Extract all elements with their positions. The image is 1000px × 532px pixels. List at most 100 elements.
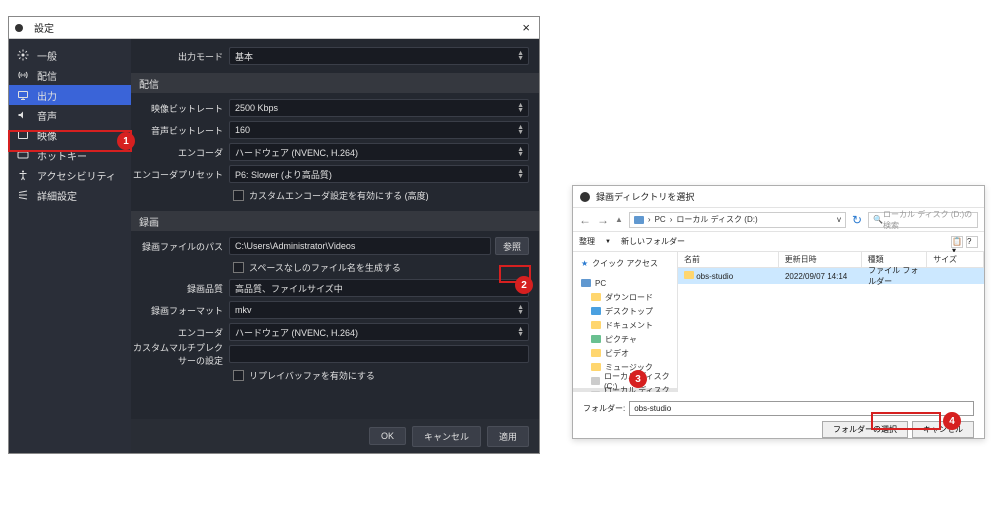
cancel-button[interactable]: キャンセル [412, 426, 481, 447]
chevron-updown-icon: ▲▼ [517, 169, 524, 179]
annotation-badge-3: 3 [629, 370, 647, 388]
audio-bitrate-select[interactable]: 160▲▼ [229, 121, 529, 139]
sidebar-item-label: 配信 [37, 68, 57, 83]
annotation-badge-4: 4 [943, 412, 961, 430]
file-titlebar[interactable]: 録画ディレクトリを選択 [573, 186, 984, 208]
ok-button[interactable]: OK [369, 427, 406, 445]
replay-checkbox[interactable] [233, 370, 244, 381]
pc-icon [634, 216, 644, 224]
main-panel: 出力モード 基本▲▼ 配信 映像ビットレート2500 Kbps▲▼ 音声ビットレ… [131, 39, 539, 453]
nospace-label: スペースなしのファイル名を生成する [249, 261, 401, 274]
address-bar[interactable]: › PC› ローカル ディスク (D:) v [629, 212, 846, 228]
help-icon[interactable]: ? [966, 236, 978, 248]
back-icon[interactable]: ← [579, 213, 591, 227]
folder-field-label: フォルダー: [583, 403, 625, 414]
chevron-updown-icon: ▲▼ [517, 51, 524, 61]
file-dialog: 録画ディレクトリを選択 ← → ▲ › PC› ローカル ディスク (D:) v… [572, 185, 985, 439]
tree-disk-d[interactable]: ローカル ディスク (D:) [573, 388, 677, 392]
annotation-badge-1: 1 [117, 132, 135, 150]
file-list: 名前 更新日時 種類 サイズ obs-studio 2022/09/07 14:… [678, 252, 984, 392]
custom-encoder-checkbox[interactable] [233, 190, 244, 201]
record-path-input[interactable]: C:\Users\Administrator\Videos [229, 237, 491, 255]
sidebar-item-general[interactable]: 一般 [9, 45, 131, 65]
tree-videos[interactable]: ビデオ [573, 346, 677, 360]
search-input[interactable]: 🔍 ローカル ディスク (D:)の検索 [868, 212, 978, 228]
record-format-select[interactable]: mkv▲▼ [229, 301, 529, 319]
select-folder-button[interactable]: フォルダーの選択 [822, 421, 908, 438]
output-mode-select[interactable]: 基本▲▼ [229, 47, 529, 65]
audio-bitrate-label: 音声ビットレート [131, 124, 229, 137]
up-icon[interactable]: ▲ [615, 215, 623, 224]
sidebar-item-label: 音声 [37, 108, 57, 123]
mux-input[interactable] [229, 345, 529, 363]
preset-select[interactable]: P6: Slower (より高品質)▲▼ [229, 165, 529, 183]
new-folder-button[interactable]: 新しいフォルダー [621, 236, 685, 247]
custom-encoder-label: カスタムエンコーダ設定を有効にする (高度) [249, 189, 429, 202]
chevron-updown-icon: ▲▼ [517, 305, 524, 315]
tree-documents[interactable]: ドキュメント [573, 318, 677, 332]
tree-desktop[interactable]: デスクトップ [573, 304, 677, 318]
section-stream-header: 配信 [131, 73, 539, 93]
record-format-label: 録画フォーマット [131, 304, 229, 317]
close-icon[interactable]: × [522, 20, 533, 35]
toolbar: 整理▼ 新しいフォルダー 📋 ▾? [573, 232, 984, 252]
sidebar-item-label: ホットキー [37, 148, 87, 163]
list-header[interactable]: 名前 更新日時 種類 サイズ [678, 252, 984, 268]
forward-icon[interactable]: → [597, 213, 609, 227]
sidebar: 一般 配信 出力 音声 映像 ホットキー アクセシビリティ 詳細設定 [9, 39, 131, 453]
sidebar-item-stream[interactable]: 配信 [9, 65, 131, 85]
stepper-icon: ▲▼ [517, 103, 524, 113]
sidebar-item-output[interactable]: 出力 [9, 85, 131, 105]
replay-label: リプレイバッファを有効にする [249, 369, 375, 382]
tree-quick-access[interactable]: ★クイック アクセス [573, 256, 677, 270]
record-encoder-select[interactable]: ハードウェア (NVENC, H.264)▲▼ [229, 323, 529, 341]
preset-label: エンコーダプリセット [131, 168, 229, 181]
sidebar-item-label: アクセシビリティ [37, 168, 116, 183]
record-encoder-label: エンコーダ [131, 326, 229, 339]
chevron-updown-icon: ▲▼ [517, 147, 524, 157]
annotation-badge-2: 2 [515, 276, 533, 294]
col-date[interactable]: 更新日時 [779, 252, 862, 267]
file-footer: フォルダー:obs-studio フォルダーの選択 キャンセル [573, 392, 984, 448]
tree-pictures[interactable]: ピクチャ [573, 332, 677, 346]
view-icon[interactable]: 📋 ▾ [951, 236, 963, 248]
organize-menu[interactable]: 整理 [579, 236, 595, 247]
col-size[interactable]: サイズ [927, 252, 984, 267]
sidebar-item-label: 映像 [37, 128, 57, 143]
output-mode-label: 出力モード [131, 50, 229, 63]
sidebar-item-video[interactable]: 映像 [9, 125, 131, 145]
sidebar-item-label: 詳細設定 [37, 188, 77, 203]
settings-window: 設定 × 一般 配信 出力 音声 映像 ホットキー アクセシビリティ 詳細設定 … [8, 16, 540, 454]
browse-button[interactable]: 参照 [495, 237, 529, 255]
footer: OK キャンセル 適用 [131, 419, 539, 453]
folder-tree[interactable]: ★クイック アクセス PC ダウンロード デスクトップ ドキュメント ピクチャ … [573, 252, 678, 392]
sidebar-item-access[interactable]: アクセシビリティ [9, 165, 131, 185]
sidebar-item-audio[interactable]: 音声 [9, 105, 131, 125]
col-name[interactable]: 名前 [678, 252, 779, 267]
sidebar-item-label: 一般 [37, 48, 57, 63]
record-quality-label: 録画品質 [131, 282, 229, 295]
sidebar-item-advanced[interactable]: 詳細設定 [9, 185, 131, 205]
folder-name-input[interactable]: obs-studio [629, 401, 974, 416]
nospace-checkbox[interactable] [233, 262, 244, 273]
file-title: 録画ディレクトリを選択 [596, 190, 694, 203]
nav-bar: ← → ▲ › PC› ローカル ディスク (D:) v ↻ 🔍 ローカル ディ… [573, 208, 984, 232]
list-item[interactable]: obs-studio 2022/09/07 14:14 ファイル フォルダー [678, 268, 984, 284]
refresh-icon[interactable]: ↻ [852, 213, 862, 227]
sidebar-item-hotkeys[interactable]: ホットキー [9, 145, 131, 165]
encoder-select[interactable]: ハードウェア (NVENC, H.264)▲▼ [229, 143, 529, 161]
app-icon [15, 24, 23, 32]
apply-button[interactable]: 適用 [487, 426, 529, 447]
chevron-updown-icon: ▲▼ [517, 125, 524, 135]
tree-pc[interactable]: PC [573, 276, 677, 290]
app-icon [579, 191, 591, 203]
titlebar[interactable]: 設定 × [9, 17, 539, 39]
mux-label: カスタムマルチプレクサーの設定 [131, 341, 229, 367]
chevron-updown-icon: ▲▼ [517, 327, 524, 337]
video-bitrate-input[interactable]: 2500 Kbps▲▼ [229, 99, 529, 117]
tree-downloads[interactable]: ダウンロード [573, 290, 677, 304]
encoder-label: エンコーダ [131, 146, 229, 159]
window-title: 設定 [34, 20, 54, 35]
record-quality-select[interactable]: 高品質、ファイルサイズ中▲▼ [229, 279, 529, 297]
video-bitrate-label: 映像ビットレート [131, 102, 229, 115]
